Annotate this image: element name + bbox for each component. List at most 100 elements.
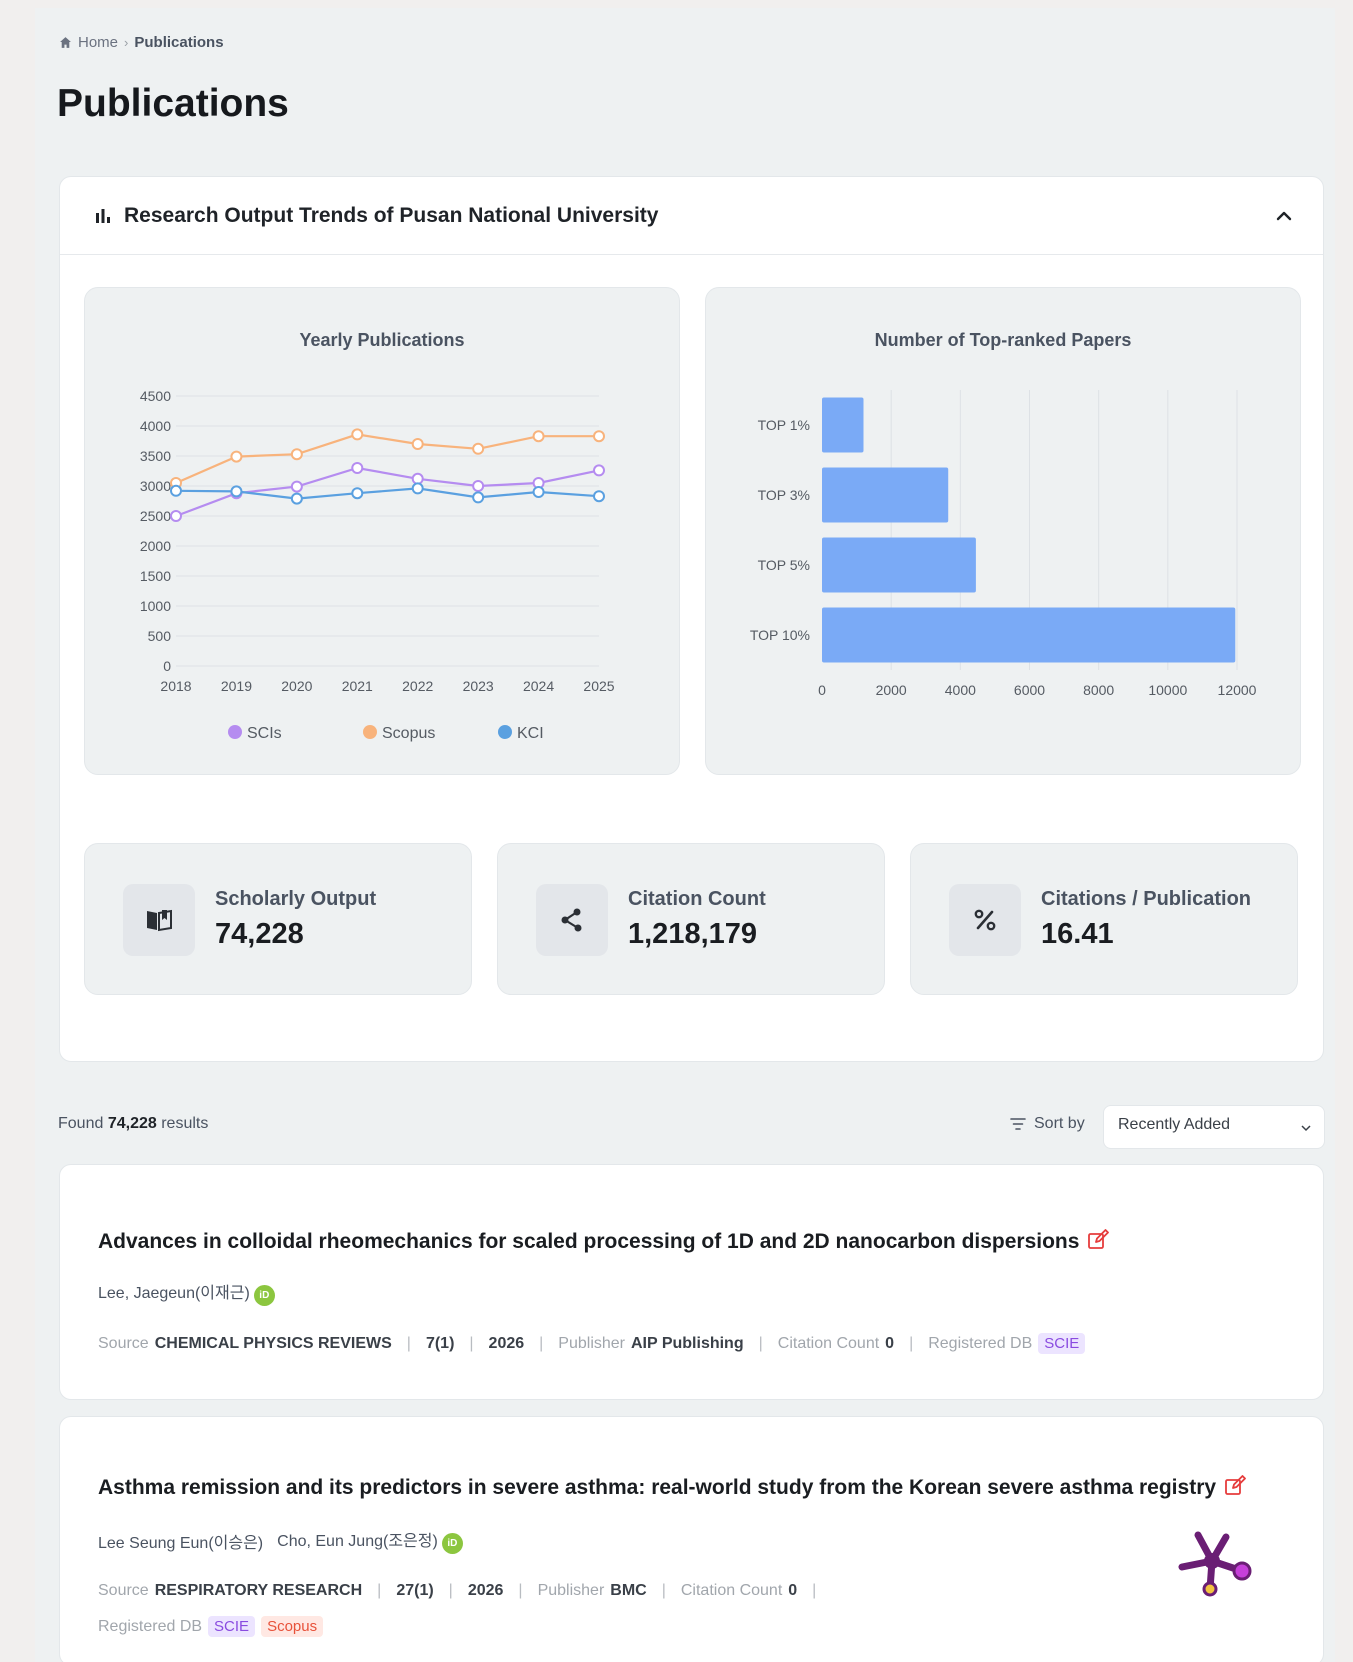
orcid-icon[interactable]: iD xyxy=(253,1285,275,1306)
x-tick-label: 2020 xyxy=(281,678,312,694)
meta-key: Citation Count xyxy=(777,1334,880,1352)
y-tick-label: 2500 xyxy=(140,508,171,524)
stat-citation-count: Citation Count 1,218,179 xyxy=(497,843,885,995)
author-name[interactable]: Cho, Eun Jung(조은정) xyxy=(277,1533,438,1550)
book-icon xyxy=(123,884,195,956)
divider: | xyxy=(469,1334,474,1352)
x-tick-label: 2023 xyxy=(463,678,494,694)
data-point xyxy=(593,430,605,443)
x-tick-label: 6000 xyxy=(1014,682,1045,698)
publication-title-text[interactable]: Advances in colloidal rheomechanics for … xyxy=(98,1230,1079,1253)
publication-authors: Lee, Jaegeun(이재근) iD xyxy=(98,1279,275,1306)
author-link[interactable]: Lee, Jaegeun(이재근) iD xyxy=(98,1279,275,1306)
y-tick-label: 3000 xyxy=(140,478,171,494)
data-point xyxy=(472,442,485,455)
x-tick-label: 2025 xyxy=(583,678,614,694)
edit-icon[interactable] xyxy=(1224,1475,1246,1497)
publication-meta: Source RESPIRATORY RESEARCH | 27(1) | 202… xyxy=(98,1582,898,1637)
divider: | xyxy=(448,1582,453,1599)
chevron-up-icon[interactable] xyxy=(1275,207,1293,225)
year-value: 2026 xyxy=(467,1582,504,1599)
publication-title-text[interactable]: Asthma remission and its predictors in s… xyxy=(98,1476,1216,1499)
top-ranked-chart: 0 2000 4000 6000 8000 10000 12000 TOP 1% TOP 3% T… xyxy=(750,390,1257,698)
edit-icon[interactable] xyxy=(1087,1229,1110,1251)
sort-select[interactable]: Recently Added xyxy=(1103,1105,1325,1149)
page-title: Publications xyxy=(57,82,289,125)
meta-key: Publisher xyxy=(537,1582,605,1599)
results-count: Found 74,228 results xyxy=(58,1115,208,1133)
stat-citations-per-publication: Citations / Publication 16.41 xyxy=(910,843,1298,995)
x-tick-label: 4000 xyxy=(945,682,976,698)
bar-chart-icon xyxy=(96,208,110,223)
y-tick-label: 4500 xyxy=(140,388,171,404)
divider: | xyxy=(909,1334,914,1352)
y-tick-label: 0 xyxy=(163,658,171,674)
x-tick-label: 10000 xyxy=(1148,682,1187,698)
sort-by: Sort by xyxy=(1010,1115,1085,1133)
breadcrumb-home[interactable]: Home xyxy=(78,34,118,51)
meta-key: Source xyxy=(98,1582,149,1599)
results-suffix: results xyxy=(161,1115,209,1132)
stat-label: Citations / Publication xyxy=(1041,888,1252,910)
panel-title: Research Output Trends of Pusan National… xyxy=(124,203,659,227)
filter-icon xyxy=(1010,1118,1026,1130)
publication-card: Asthma remission and its predictors in s… xyxy=(59,1416,1324,1662)
data-point xyxy=(532,486,545,498)
sort-selected: Recently Added xyxy=(1118,1116,1231,1133)
stat-value: 16.41 xyxy=(1041,918,1114,950)
bar xyxy=(822,397,864,453)
data-point xyxy=(411,482,424,495)
divider: | xyxy=(377,1582,382,1599)
source-value: CHEMICAL PHYSICS REVIEWS xyxy=(154,1334,392,1352)
data-point xyxy=(290,480,303,493)
data-point xyxy=(351,428,364,441)
volume-value: 7(1) xyxy=(425,1334,455,1352)
data-point xyxy=(290,492,303,505)
stat-value: 74,228 xyxy=(215,918,304,950)
data-point xyxy=(170,510,182,522)
page: Home › Publications Publications Researc… xyxy=(35,8,1335,1662)
y-tick-label: TOP 5% xyxy=(758,557,810,573)
legend-marker xyxy=(498,725,512,739)
author-name[interactable]: Lee Seung Eun(이승은) xyxy=(98,1529,263,1553)
y-tick-label: TOP 10% xyxy=(750,627,810,643)
legend-label: KCI xyxy=(517,725,544,742)
year-value: 2026 xyxy=(488,1334,525,1352)
x-tick-label: 8000 xyxy=(1083,682,1114,698)
research-trends-panel: Research Output Trends of Pusan National… xyxy=(59,176,1324,1062)
home-icon[interactable] xyxy=(59,36,72,49)
publisher-value: BMC xyxy=(610,1582,647,1599)
x-tick-label: 2019 xyxy=(221,678,252,694)
data-point xyxy=(411,472,424,485)
volume-value: 27(1) xyxy=(396,1582,434,1599)
data-point xyxy=(351,462,364,474)
percent-icon xyxy=(949,884,1021,956)
data-point xyxy=(411,438,424,450)
publication-title[interactable]: Asthma remission and its predictors in s… xyxy=(98,1475,1246,1500)
x-tick-label: 12000 xyxy=(1218,682,1257,698)
results-number: 74,228 xyxy=(107,1115,157,1132)
citation-value: 0 xyxy=(788,1582,798,1599)
meta-key: Citation Count xyxy=(680,1582,783,1599)
publication-authors: Lee Seung Eun(이승은) Cho, Eun Jung(조은정) iD xyxy=(98,1527,463,1554)
altmetric-icon[interactable] xyxy=(1176,1527,1254,1597)
orcid-icon[interactable]: iD xyxy=(441,1533,463,1554)
data-point xyxy=(170,484,182,497)
chevron-down-icon xyxy=(1301,1125,1311,1132)
stat-scholarly-output: Scholarly Output 74,228 xyxy=(84,843,472,995)
y-tick-label: 4000 xyxy=(140,418,171,434)
share-icon xyxy=(536,884,608,956)
meta-key: Registered DB xyxy=(928,1334,1033,1352)
data-point xyxy=(290,448,303,461)
divider: | xyxy=(812,1582,817,1599)
publication-title[interactable]: Advances in colloidal rheomechanics for … xyxy=(98,1229,1110,1254)
bar xyxy=(822,467,949,523)
author-link[interactable]: Cho, Eun Jung(조은정) iD xyxy=(277,1527,463,1554)
panel-header: Research Output Trends of Pusan National… xyxy=(60,177,1323,255)
bar xyxy=(822,607,1236,663)
author-name[interactable]: Lee, Jaegeun(이재근) xyxy=(98,1285,250,1302)
data-point xyxy=(472,480,485,492)
divider: | xyxy=(539,1334,544,1352)
x-tick-label: 2022 xyxy=(402,678,433,694)
yearly-publications-card: Yearly Publications 0 500 1000 1500 2000 2500… xyxy=(84,287,680,775)
